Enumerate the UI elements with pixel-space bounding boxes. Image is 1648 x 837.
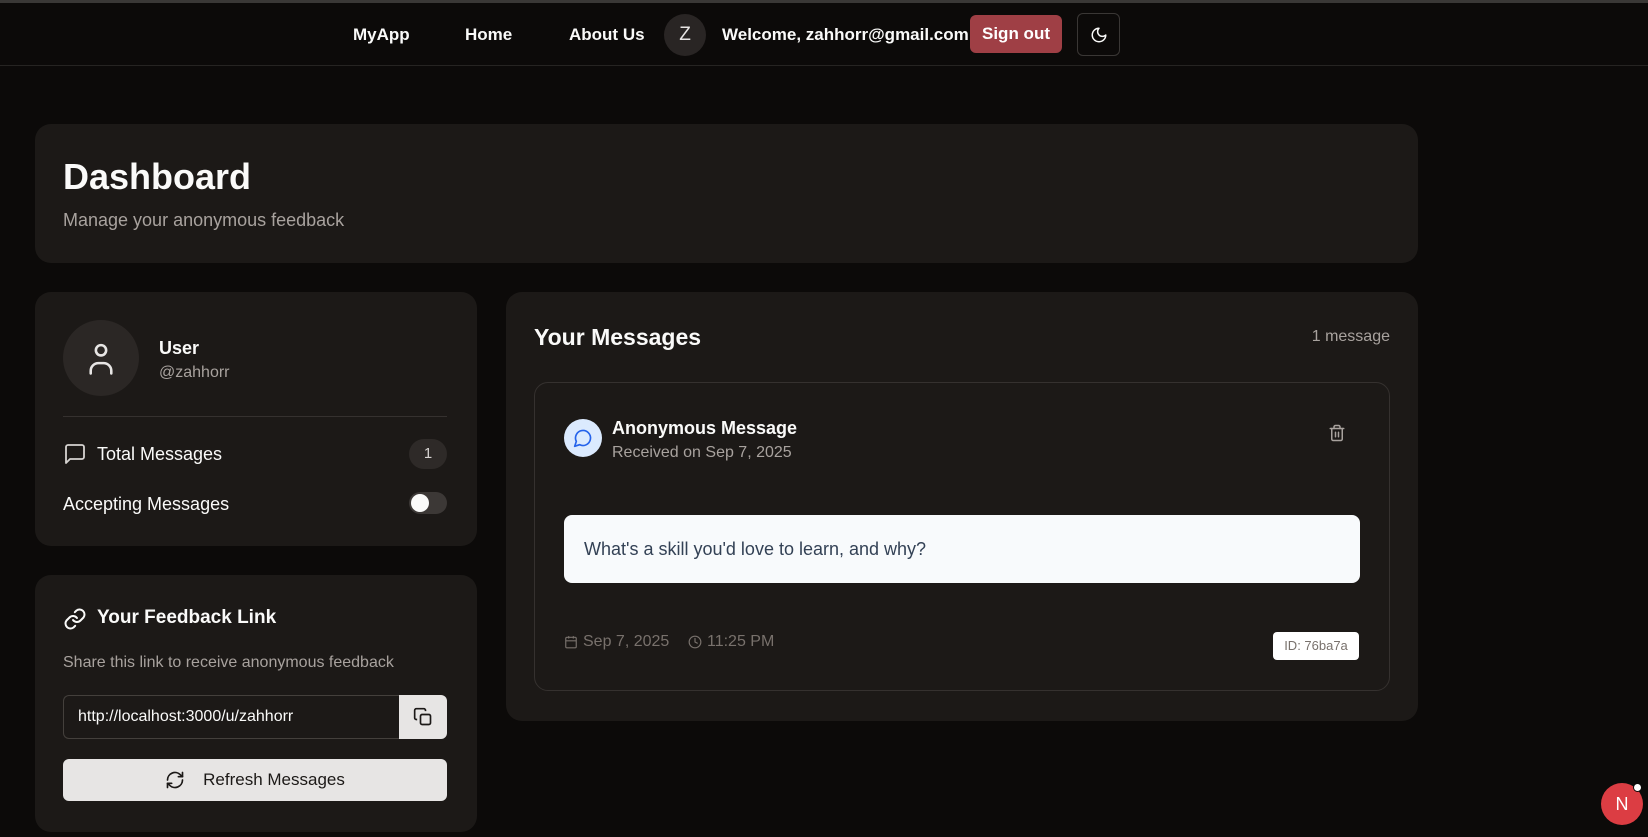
message-date-meta: Sep 7, 2025 — [564, 633, 669, 651]
profile-divider — [63, 416, 447, 417]
page-subtitle: Manage your anonymous feedback — [63, 210, 345, 230]
accepting-messages-toggle[interactable] — [409, 492, 447, 514]
message-square-icon — [65, 444, 85, 464]
accepting-messages-label: Accepting Messages — [63, 494, 230, 514]
top-navbar: MyApp Home About Us Z Welcome, zahhorr@g… — [0, 3, 1648, 66]
message-item: Anonymous Message Received on Sep 7, 202… — [534, 382, 1390, 691]
link-icon — [64, 608, 86, 630]
trash-icon — [1329, 424, 1345, 442]
notification-dot — [1633, 783, 1642, 792]
moon-icon — [1091, 27, 1106, 42]
refresh-messages-button[interactable]: Refresh Messages — [63, 759, 447, 801]
profile-name: User — [159, 338, 200, 358]
message-date: Sep 7, 2025 — [583, 633, 670, 650]
messages-count: 1 message — [1311, 328, 1390, 345]
calendar-icon — [565, 636, 577, 649]
feedback-url-field[interactable]: http://localhost:3000/u/zahhorr — [63, 695, 399, 739]
refresh-icon — [166, 771, 184, 789]
copy-icon — [413, 707, 432, 726]
total-messages-count: 1 — [409, 439, 447, 469]
floating-avatar-badge[interactable]: N — [1601, 783, 1643, 825]
sign-out-button[interactable]: Sign out — [970, 15, 1062, 53]
toggle-knob — [411, 494, 429, 512]
theme-toggle-button[interactable] — [1077, 13, 1120, 56]
copy-link-button[interactable] — [399, 695, 447, 739]
delete-message-button[interactable] — [1325, 421, 1349, 445]
message-circle-icon — [573, 429, 592, 448]
feedback-link-description: Share this link to receive anonymous fee… — [63, 654, 394, 671]
user-icon — [89, 343, 113, 375]
feedback-link-card: Your Feedback Link Share this link to re… — [35, 575, 477, 832]
floating-badge-letter: N — [1615, 794, 1629, 814]
profile-avatar — [63, 320, 139, 396]
messages-title: Your Messages — [534, 324, 702, 350]
message-title: Anonymous Message — [612, 418, 798, 438]
message-time: 11:25 PM — [707, 633, 775, 650]
clock-icon — [688, 635, 702, 649]
message-id-badge: ID: 76ba7a — [1273, 632, 1359, 660]
nav-home-link[interactable]: Home — [465, 25, 512, 45]
refresh-label: Refresh Messages — [203, 770, 345, 789]
profile-handle: @zahhorr — [159, 364, 230, 381]
total-messages-label: Total Messages — [97, 444, 223, 464]
brand-link[interactable]: MyApp — [353, 25, 410, 45]
dashboard-header-card: Dashboard Manage your anonymous feedback — [35, 124, 1418, 263]
user-avatar[interactable]: Z — [664, 14, 706, 56]
message-time-meta: 11:25 PM — [688, 633, 774, 651]
messages-card: Your Messages 1 message Anonymous Messag… — [506, 292, 1418, 721]
feedback-link-title: Your Feedback Link — [97, 607, 277, 628]
profile-card: User @zahhorr Total Messages 1 Accepting… — [35, 292, 477, 546]
page-title: Dashboard — [63, 156, 252, 197]
message-content: What's a skill you'd love to learn, and … — [564, 515, 1360, 583]
welcome-text: Welcome, zahhorr@gmail.com — [722, 25, 969, 44]
nav-about-link[interactable]: About Us — [569, 25, 645, 45]
message-received: Received on Sep 7, 2025 — [612, 444, 792, 461]
message-avatar — [564, 419, 602, 457]
